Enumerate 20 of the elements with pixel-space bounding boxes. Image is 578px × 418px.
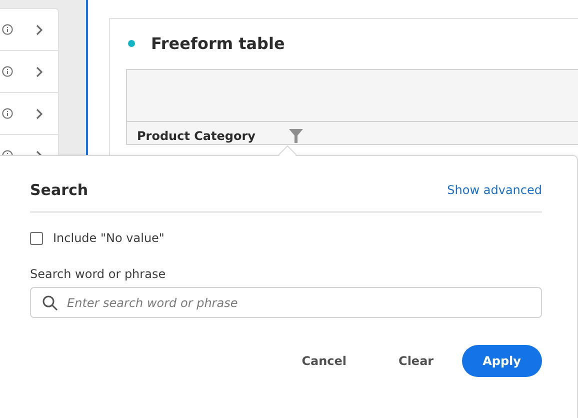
status-dot — [128, 40, 135, 46]
chevron-right-icon[interactable] — [35, 24, 43, 36]
apply-button[interactable]: Apply — [462, 345, 542, 377]
popover-title: Search — [30, 181, 88, 199]
chevron-right-icon[interactable] — [35, 66, 43, 78]
panel-title: Freeform table — [151, 34, 285, 52]
search-field[interactable]: Enter search word or phrase — [30, 287, 542, 318]
search-icon — [42, 295, 58, 311]
info-icon[interactable] — [2, 66, 13, 77]
checkbox[interactable] — [30, 232, 43, 244]
column-header[interactable]: Product Category — [137, 129, 289, 143]
dialog-button[interactable]: Clear — [384, 345, 448, 377]
show-advanced-link[interactable]: Show advanced — [447, 183, 542, 197]
checkbox-label[interactable]: Include "No value" — [53, 231, 164, 245]
info-icon[interactable] — [2, 24, 13, 35]
filter-icon[interactable] — [289, 129, 303, 143]
field-label: Search word or phrase — [30, 267, 167, 281]
chevron-right-icon[interactable] — [35, 108, 43, 120]
info-icon[interactable] — [2, 108, 13, 119]
dialog-button[interactable]: Cancel — [288, 345, 361, 377]
